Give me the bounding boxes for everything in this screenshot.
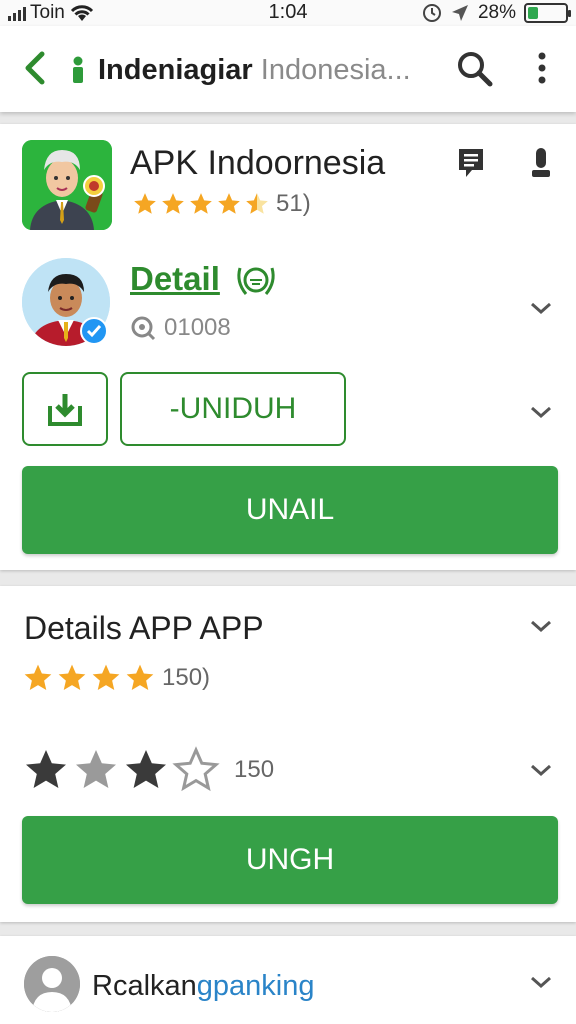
chevron-down-icon[interactable] (528, 300, 554, 316)
views-row: 01008 (130, 314, 231, 342)
laurel-icon (237, 267, 275, 295)
battery-icon (524, 3, 571, 23)
unail-button[interactable]: UNAIL (22, 466, 558, 554)
message-icon[interactable] (456, 146, 486, 180)
star-icon (26, 750, 66, 788)
download-icon-button[interactable] (22, 372, 108, 446)
detail-link[interactable]: Detail (130, 260, 220, 298)
app-bar: Indeniagiar Indonesia... (0, 26, 576, 112)
star-rating-a (22, 662, 156, 694)
chevron-down-icon[interactable] (528, 974, 554, 990)
star-icon (58, 664, 86, 690)
chevron-down-icon[interactable] (528, 404, 554, 420)
details-title: Details APP APP (24, 610, 264, 646)
unduh-button[interactable]: -UNIDUH (120, 372, 346, 446)
back-arrow-icon[interactable] (20, 50, 50, 86)
details-card: Details APP APP 150) 150 UNGH (0, 586, 576, 922)
star-icon (126, 664, 154, 690)
status-right: 28% (422, 2, 571, 24)
location-marker-icon (73, 56, 83, 83)
title-rest: Indonesia... (252, 54, 411, 86)
app-bar-title: Indeniagiar Indonesia... (98, 54, 411, 87)
ungh-button[interactable]: UNGH (22, 816, 558, 904)
views-count: 01008 (164, 314, 231, 341)
user-name[interactable]: Rcalkangpanking (92, 970, 315, 1003)
star-icon (172, 746, 220, 792)
battery-percent: 28% (477, 2, 516, 23)
rating-row-b: 150 (22, 746, 274, 794)
app-rating: 51) (132, 190, 311, 218)
chevron-down-icon[interactable] (528, 618, 554, 634)
user-name-part1: Rcalkan (92, 970, 197, 1002)
user-avatar-icon[interactable] (24, 956, 80, 1012)
title-bold: Indeniagiar (98, 54, 253, 86)
mic-icon[interactable] (528, 146, 554, 180)
app-title: APK Indoornesia (130, 144, 386, 182)
user-card: Rcalkangpanking (0, 936, 576, 1024)
star-icon (92, 664, 120, 690)
download-icon (48, 394, 82, 426)
rating-row-a: 150) (22, 662, 210, 694)
user-name-part2: gpanking (196, 970, 315, 1002)
star-icon (126, 750, 166, 788)
rating-b-count: 150 (234, 756, 275, 783)
star-icon (246, 193, 268, 214)
app-character-icon (22, 140, 112, 230)
rating-a-count: 150) (162, 664, 211, 691)
star-icon (134, 193, 156, 214)
status-bar: Toin 1:04 28% (0, 0, 576, 26)
search-icon[interactable] (456, 50, 494, 88)
app-icon[interactable] (22, 140, 112, 230)
star-icon (218, 193, 240, 214)
star-icon (24, 664, 52, 690)
eye-icon (131, 316, 156, 341)
rating-count: 51) (276, 190, 311, 217)
star-rating-b (22, 746, 220, 794)
star-rating (132, 191, 270, 217)
more-vert-icon[interactable] (530, 50, 554, 86)
chevron-down-icon[interactable] (528, 762, 554, 778)
alarm-icon (422, 4, 441, 22)
app-card: APK Indoornesia 51) Detail 01008 -UNIDUH… (0, 124, 576, 570)
star-icon (190, 193, 212, 214)
star-icon (76, 750, 116, 788)
location-arrow-icon (451, 5, 468, 21)
star-icon (162, 193, 184, 214)
verified-badge-icon (80, 317, 108, 345)
